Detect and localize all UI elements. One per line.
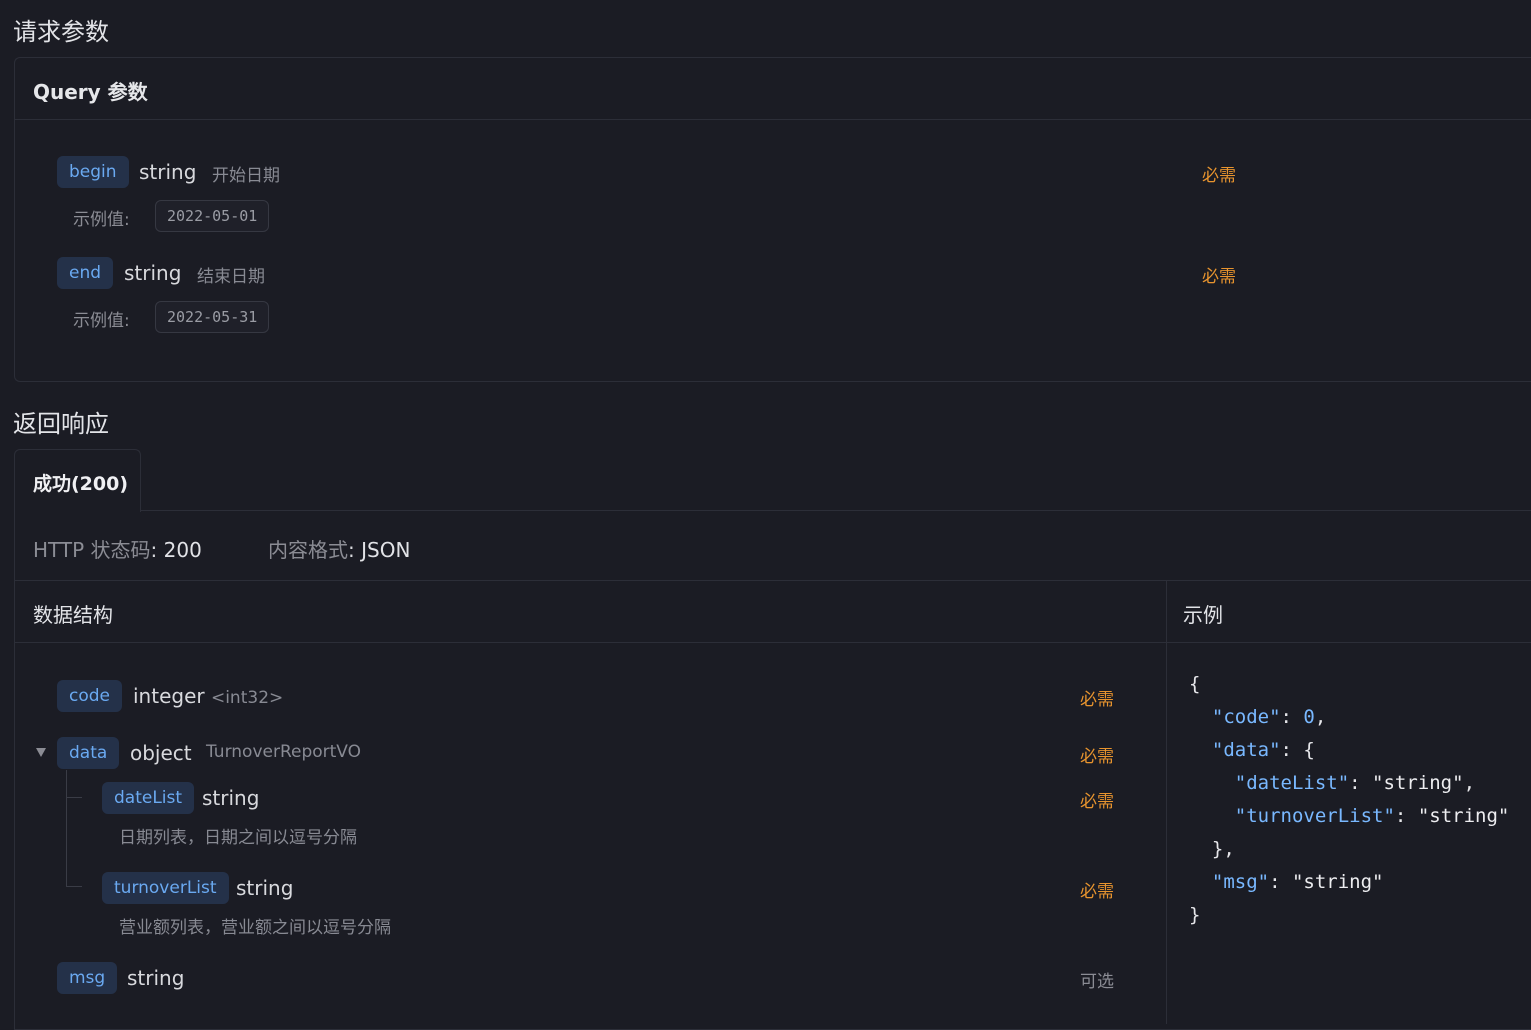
field-name-msg: msg bbox=[57, 962, 118, 994]
example-title: 示例 bbox=[1183, 603, 1223, 627]
field-name-datelist: dateList bbox=[102, 782, 195, 814]
query-params-title: Query 参数 bbox=[33, 80, 148, 104]
content-format-label: 内容格式 bbox=[268, 538, 348, 562]
field-required-code: 必需 bbox=[1080, 690, 1114, 710]
tree-line-vertical bbox=[66, 770, 67, 886]
param-type-begin: string bbox=[139, 160, 197, 184]
tree-line-turnoverlist bbox=[66, 886, 82, 887]
field-name-code: code bbox=[57, 680, 122, 712]
param-required-begin: 必需 bbox=[1202, 166, 1236, 186]
field-required-datelist: 必需 bbox=[1080, 792, 1114, 812]
content-format-value: JSON bbox=[361, 538, 411, 562]
field-desc-turnoverlist: 营业额列表，营业额之间以逗号分隔 bbox=[119, 918, 391, 938]
param-name-end: end bbox=[57, 257, 114, 289]
field-name-data[interactable]: data bbox=[57, 737, 120, 769]
request-section-title: 请求参数 bbox=[13, 18, 109, 46]
field-required-turnoverlist: 必需 bbox=[1080, 882, 1114, 902]
field-type-msg: string bbox=[127, 966, 185, 990]
example-value-end: 2022-05-31 bbox=[155, 301, 270, 333]
field-type-data: object bbox=[130, 741, 192, 765]
param-required-end: 必需 bbox=[1202, 267, 1236, 287]
field-ref-data: TurnoverReportVO bbox=[206, 742, 362, 762]
field-optional-msg: 可选 bbox=[1080, 972, 1114, 992]
field-type-turnoverlist: string bbox=[236, 876, 294, 900]
param-desc-end: 结束日期 bbox=[197, 267, 265, 287]
param-type-end: string bbox=[124, 261, 182, 285]
field-name-turnoverlist: turnoverList bbox=[102, 872, 229, 904]
http-status: HTTP 状态码: 200 bbox=[33, 538, 202, 562]
content-format: 内容格式: JSON bbox=[268, 538, 411, 562]
tab-success-200[interactable]: 成功(200) bbox=[14, 449, 141, 512]
http-status-label: HTTP 状态码 bbox=[33, 538, 151, 562]
tree-line-datelist bbox=[66, 797, 82, 798]
example-label-begin: 示例值: bbox=[73, 210, 130, 230]
response-section-title: 返回响应 bbox=[13, 410, 109, 438]
example-json-code: { "code": 0, "data": { "dateList": "stri… bbox=[1189, 673, 1510, 926]
param-desc-begin: 开始日期 bbox=[212, 166, 280, 186]
triangle-down-icon[interactable] bbox=[36, 748, 46, 757]
http-status-value: 200 bbox=[163, 538, 202, 562]
column-divider bbox=[1166, 581, 1167, 1024]
field-desc-datelist: 日期列表，日期之间以逗号分隔 bbox=[119, 828, 357, 848]
param-name-begin: begin bbox=[57, 156, 129, 188]
field-type-code: integer <int32> bbox=[133, 684, 284, 708]
field-format-code: <int32> bbox=[210, 688, 284, 708]
field-type-datelist: string bbox=[202, 786, 260, 810]
structure-title: 数据结构 bbox=[33, 603, 113, 627]
field-required-data: 必需 bbox=[1080, 747, 1114, 767]
example-value-begin: 2022-05-01 bbox=[155, 200, 270, 232]
example-label-end: 示例值: bbox=[73, 311, 130, 331]
tab-success-label: 成功(200) bbox=[33, 473, 129, 495]
